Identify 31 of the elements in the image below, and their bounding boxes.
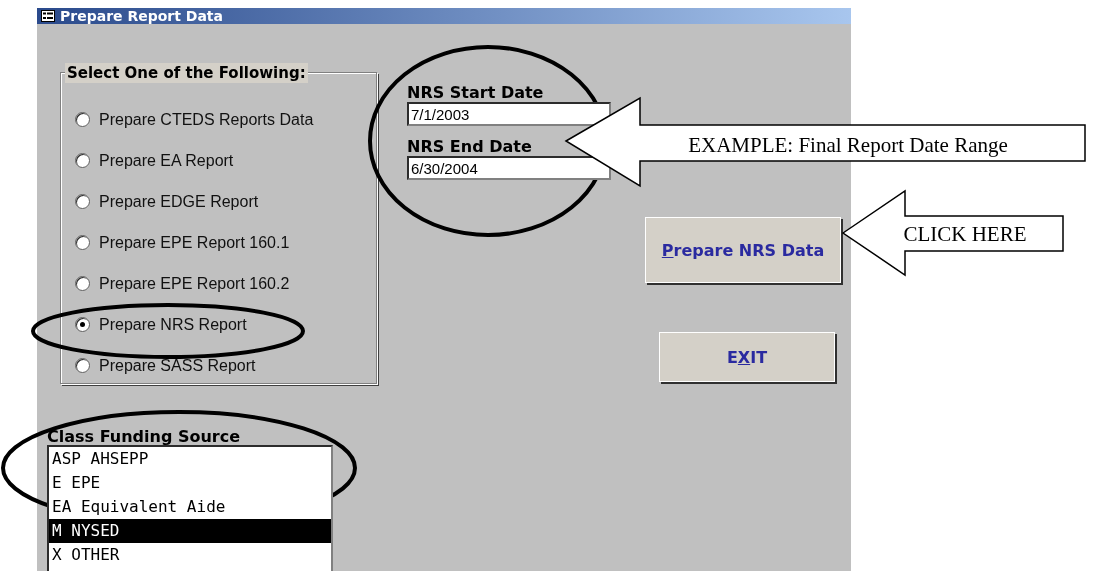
list-item[interactable]: M NYSED [49,519,331,543]
option-label[interactable]: Prepare NRS Report [99,315,247,334]
prepare-data-button[interactable]: Prepare NRS Data [645,217,841,283]
radio-button[interactable] [75,317,90,332]
callout-text: EXAMPLE: Final Report Date Range [688,133,1008,157]
radio-button[interactable] [75,358,90,373]
radio-button[interactable] [75,276,90,291]
radio-button[interactable] [75,235,90,250]
radio-button[interactable] [75,194,90,209]
field-label: Class Funding Source [47,428,242,445]
radio-button[interactable] [75,112,90,127]
option-label[interactable]: Prepare EPE Report 160.1 [99,233,290,252]
form-icon [41,10,55,22]
list-item[interactable]: E EPE [49,471,331,495]
date-field[interactable]: 7/1/2003 [407,102,611,126]
field-label: NRS Start Date [407,84,545,101]
group-title: Select One of the Following: [65,63,308,83]
date-field[interactable]: 6/30/2004 [407,156,611,180]
list-item[interactable]: X OTHER [49,543,331,567]
list-item[interactable]: EA Equivalent Aide [49,495,331,519]
option-label[interactable]: Prepare SASS Report [99,356,256,375]
option-label[interactable]: Prepare EPE Report 160.2 [99,274,290,293]
option-label[interactable]: Prepare EA Report [99,151,234,170]
field-label: NRS End Date [407,138,533,155]
option-label[interactable]: Prepare CTEDS Reports Data [99,110,314,129]
radio-button[interactable] [75,153,90,168]
list-item[interactable]: ASP AHSEPP [49,447,331,471]
window-title: Prepare Report Data [60,8,223,24]
callout-text: CLICK HERE [903,222,1027,246]
option-label[interactable]: Prepare EDGE Report [99,192,259,211]
exit-button[interactable]: EXIT [659,332,835,382]
